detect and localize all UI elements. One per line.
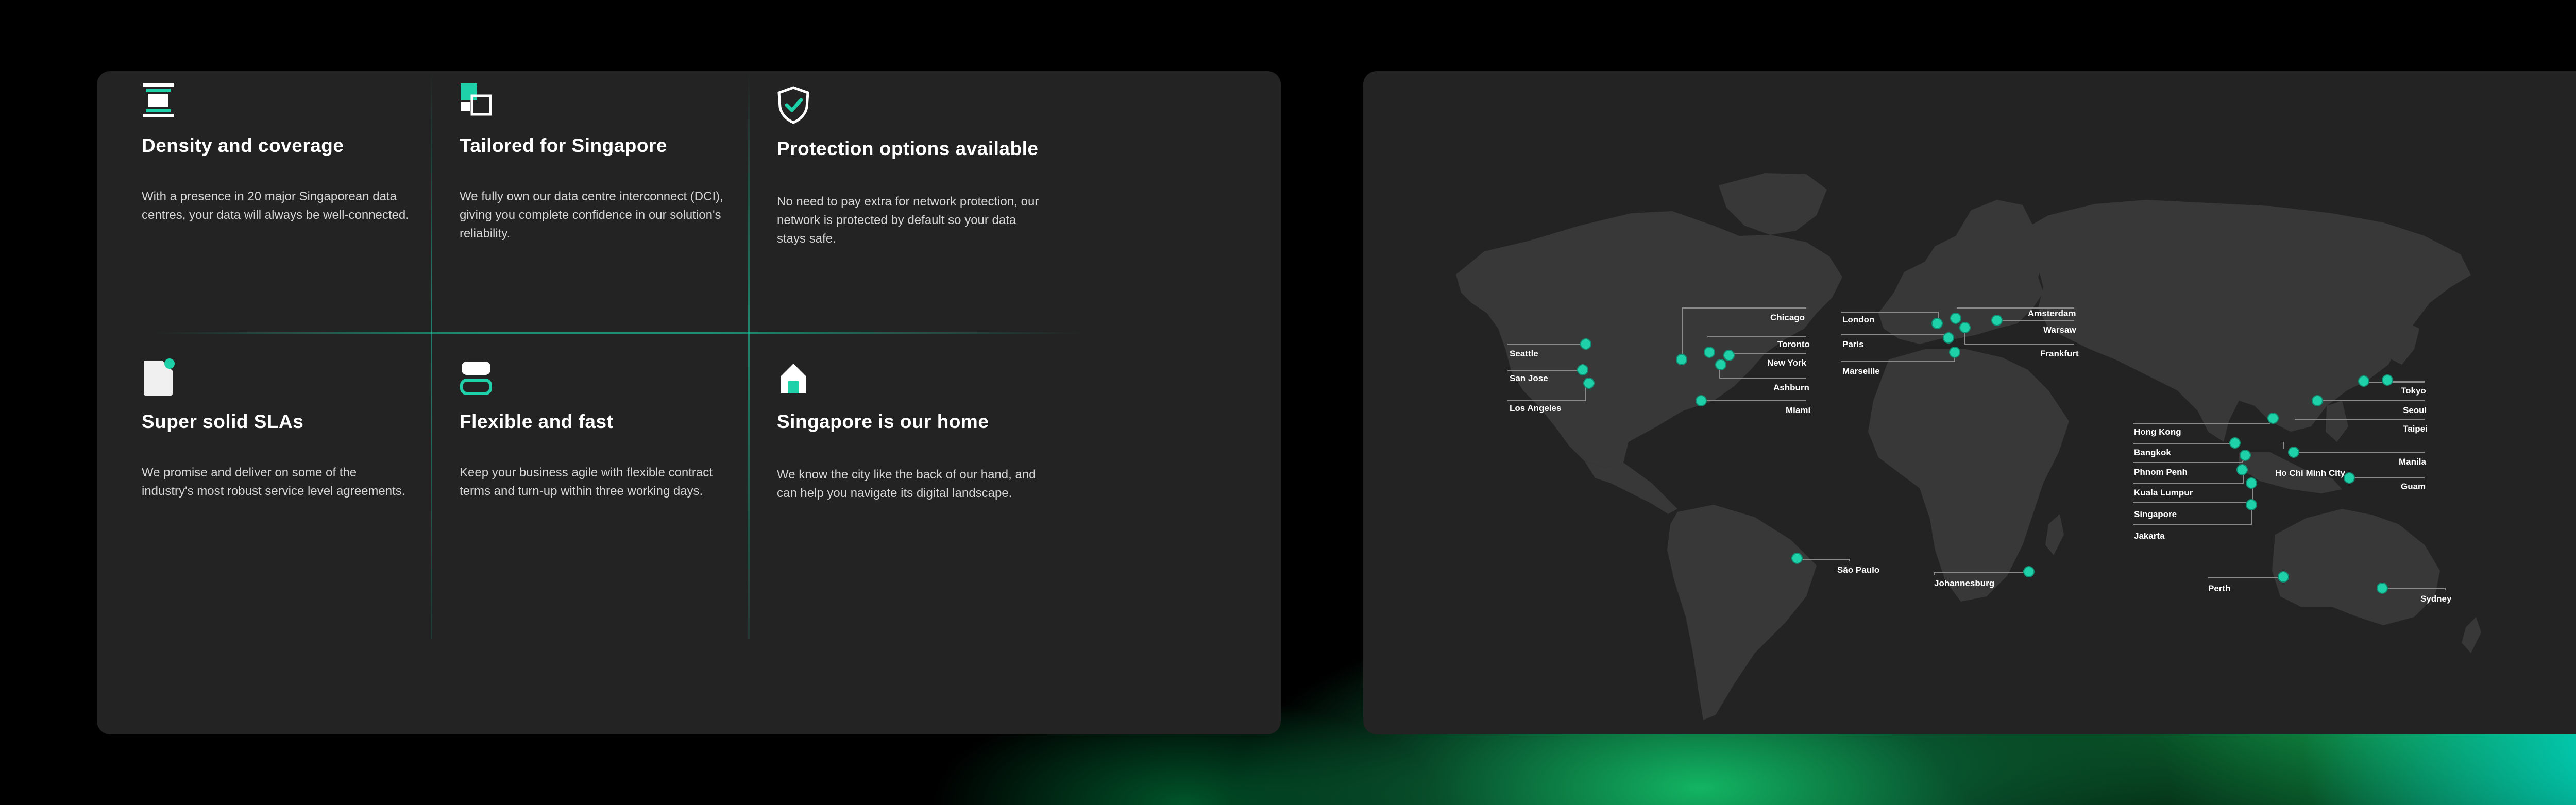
marker-seoul[interactable] [2382,374,2393,386]
world-map: Seattle San Jose Los Angeles Chicago Tor… [1456,173,2481,720]
feature-title: Density and coverage [142,135,344,156]
document-badge-icon [144,358,175,396]
marker-jakarta[interactable] [2246,499,2257,510]
marker-miami[interactable] [1696,395,1707,406]
marker-guam[interactable] [2344,472,2355,484]
marker-kuala-lumpur[interactable] [2236,464,2248,475]
feature-title: Protection options available [777,138,1039,159]
feature-protection: Protection options available No need to … [777,85,1055,248]
feature-home: Singapore is our home We know the city l… [777,358,1055,503]
feature-text: We fully own our data centre interconnec… [460,190,723,241]
city-label-ashburn: Ashburn [1773,383,1809,392]
marker-sydney[interactable] [2377,583,2388,594]
marker-frankfurt[interactable] [1959,322,1971,333]
feature-density: Density and coverage With a presence in … [142,82,420,225]
city-label-chicago: Chicago [1770,313,1805,322]
marker-ashburn[interactable] [1715,359,1726,370]
marker-hong-kong[interactable] [2267,413,2279,424]
marker-seattle[interactable] [1580,338,1591,350]
city-label-london: London [1842,315,1874,324]
city-label-new-york: New York [1767,358,1806,368]
marker-warsaw[interactable] [1991,315,2003,326]
city-label-guam: Guam [2401,482,2426,491]
network-map-card: Seattle San Jose Los Angeles Chicago Tor… [1363,71,2576,734]
asia [2012,200,2471,442]
marker-chicago[interactable] [1676,354,1687,365]
feature-text: With a presence in 20 major Singaporean … [142,190,409,222]
central-america [1585,461,1677,514]
australia [2272,509,2440,625]
feature-text: No need to pay extra for network protect… [777,195,1039,246]
city-label-paris: Paris [1842,339,1864,349]
city-label-amsterdam: Amsterdam [2028,309,2076,318]
grid-divider-horizontal [155,332,1082,334]
marker-manila[interactable] [2288,447,2299,458]
feature-title: Flexible and fast [460,411,614,432]
feature-slas: Super solid SLAs We promise and deliver … [142,358,420,501]
grid-divider-vertical [748,72,750,639]
feature-title: Singapore is our home [777,411,989,432]
city-label-kuala-lumpur: Kuala Lumpur [2134,488,2193,498]
marker-marseille[interactable] [1949,347,1960,358]
city-label-ho-chi-minh-city: Ho Chi Minh City [2275,468,2346,478]
philippines [2326,401,2348,442]
feature-tailored: Tailored for Singapore We fully own our … [460,82,738,243]
home-icon [781,364,806,393]
feature-text: We promise and deliver on some of the in… [142,466,405,498]
marker-new-york[interactable] [1723,350,1735,361]
city-label-marseille: Marseille [1842,366,1880,376]
overlapping-squares-icon [461,83,492,116]
city-label-taipei: Taipei [2403,424,2428,434]
city-label-seoul: Seoul [2403,405,2427,415]
feature-text: We know the city like the back of our ha… [777,468,1036,500]
shield-check-icon [777,86,809,124]
marker-london[interactable] [1931,318,1943,329]
city-label-jakarta: Jakarta [2134,531,2165,541]
marker-los-angeles[interactable] [1583,378,1595,389]
city-label-sao-paulo: São Paulo [1837,565,1879,575]
city-label-bangkok: Bangkok [2134,448,2171,457]
feature-title: Super solid SLAs [142,411,304,432]
city-label-toronto: Toronto [1777,339,1810,349]
greenland [1719,173,1827,235]
marker-phnom-penh[interactable] [2240,450,2251,461]
africa [1868,349,2069,602]
city-label-singapore: Singapore [2134,509,2177,519]
south-america [1667,505,1817,720]
marker-amsterdam[interactable] [1950,313,1961,324]
marker-singapore[interactable] [2246,477,2257,489]
city-label-tokyo: Tokyo [2401,386,2426,396]
marker-toronto[interactable] [1704,347,1715,358]
marker-sao-paulo[interactable] [1791,553,1803,564]
marker-paris[interactable] [1943,332,1954,344]
new-zealand [2462,617,2481,653]
madagascar [2045,514,2064,555]
city-label-sydney: Sydney [2420,594,2452,604]
feature-title: Tailored for Singapore [460,135,667,156]
continents [1456,173,2481,720]
city-label-perth: Perth [2208,584,2230,593]
city-label-los-angeles: Los Angeles [1510,403,1561,413]
city-label-miami: Miami [1786,405,1810,415]
marker-san-jose[interactable] [1577,364,1588,375]
feature-text: Keep your business agile with flexible c… [460,466,713,498]
marker-bangkok[interactable] [2229,437,2241,449]
city-label-seattle: Seattle [1510,349,1538,358]
marker-johannesburg[interactable] [2023,566,2035,577]
city-label-hong-kong: Hong Kong [2134,427,2181,437]
city-label-manila: Manila [2399,457,2426,467]
marker-perth[interactable] [2278,571,2289,583]
server-stack-icon [143,83,174,117]
city-label-warsaw: Warsaw [2043,325,2076,335]
city-label-johannesburg: Johannesburg [1934,578,1994,588]
city-label-frankfurt: Frankfurt [2040,349,2079,358]
stacked-toggle-icon [460,362,492,395]
city-label-san-jose: San Jose [1510,373,1548,383]
city-label-phnom-penh: Phnom Penh [2134,467,2188,477]
marker-tokyo[interactable] [2358,375,2369,387]
grid-divider-vertical [431,72,432,639]
feature-flexible: Flexible and fast Keep your business agi… [460,358,738,501]
marker-taipei[interactable] [2312,395,2323,406]
